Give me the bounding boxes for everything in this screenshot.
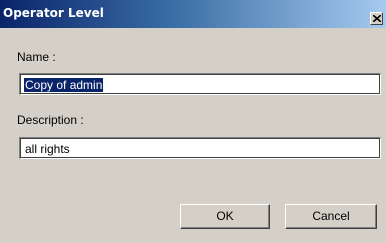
close-icon	[373, 15, 381, 22]
title-bar[interactable]: Operator Level	[0, 0, 386, 28]
name-label: Name :	[17, 50, 56, 64]
description-label: Description :	[17, 113, 84, 127]
operator-level-dialog: Operator Level Name : Copy of admin Desc…	[0, 0, 386, 243]
name-input-value: Copy of admin	[24, 78, 104, 92]
window-title: Operator Level	[3, 6, 104, 20]
close-button[interactable]	[370, 12, 383, 25]
name-input[interactable]: Copy of admin	[19, 73, 381, 95]
description-input-value: all rights	[25, 142, 70, 156]
cancel-button[interactable]: Cancel	[285, 204, 377, 229]
ok-button[interactable]: OK	[180, 204, 270, 229]
description-input[interactable]: all rights	[19, 137, 381, 159]
